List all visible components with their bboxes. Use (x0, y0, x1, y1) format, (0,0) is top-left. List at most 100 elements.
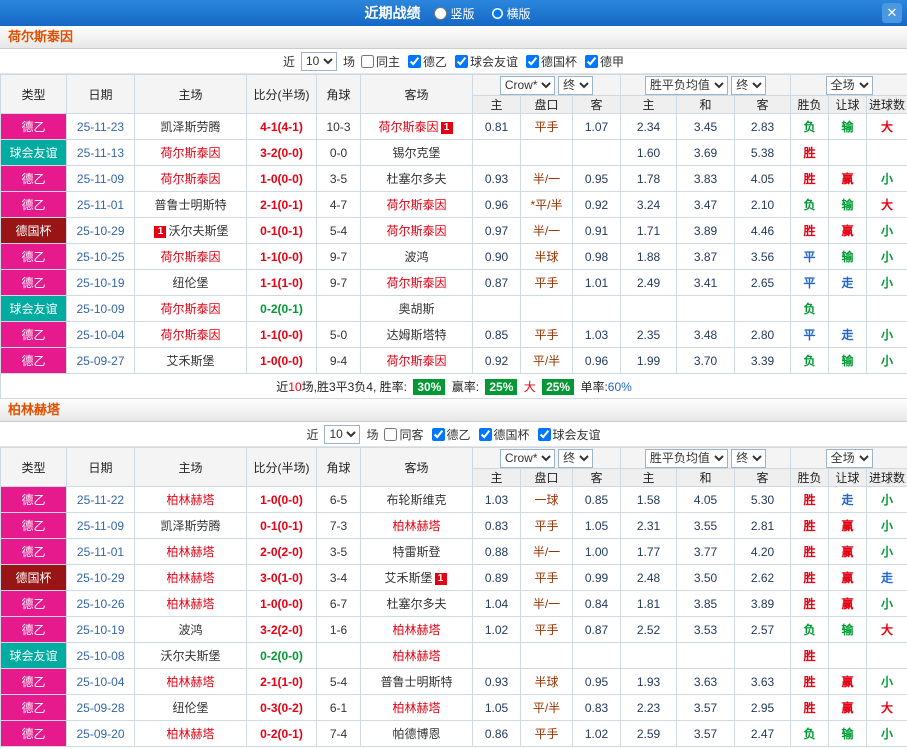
filter-checkbox[interactable] (360, 54, 374, 68)
wdl-result-cell: 胜 (790, 668, 830, 695)
avg-odds-cell: 5.30 (734, 486, 792, 513)
match-count-select[interactable]: 10 (324, 424, 361, 444)
handicap-cell: 半/一 (520, 165, 573, 192)
goals-result-cell: 小 (866, 269, 907, 296)
filter-checkbox[interactable] (537, 427, 551, 441)
handicap-cell: 平手 (520, 512, 573, 539)
avg-odds-cell: 2.47 (734, 720, 792, 747)
match-row: 德乙 25-10-04 柏林赫塔 2-1(1-0) 5-4 普鲁士明斯特 0.93 半球 0.9… (0, 668, 907, 695)
handicap-cell: 平手 (520, 616, 573, 643)
score-cell: 0-2(0-1) (246, 720, 317, 747)
filter-option[interactable]: 球会友谊 (537, 426, 601, 443)
score-cell: 1-1(0-0) (246, 243, 317, 270)
avg-odds-cell: 2.80 (734, 321, 792, 348)
dialog-header: 近期战绩 竖版 横版 ✕ (0, 0, 907, 26)
summary-text: 近10场,胜3平3负4, 胜率: 30% 赢率: 25% 大 25% 单率:60… (276, 378, 632, 395)
bookmaker-select[interactable]: Crow* (499, 75, 555, 95)
avg-odds-select[interactable]: 胜平负均值 (644, 75, 728, 95)
avg-odds-select[interactable]: 胜平负均值 (644, 448, 728, 468)
asian-odds-cell (571, 642, 622, 669)
filter-checkbox[interactable] (526, 54, 540, 68)
league-badge: 德乙 (0, 269, 67, 296)
wdl-result-cell: 胜 (790, 217, 830, 244)
scope-select[interactable]: 全场 (825, 448, 873, 468)
handicap-cell: *平/半 (520, 191, 573, 218)
close-icon[interactable]: ✕ (882, 3, 902, 23)
league-badge: 德乙 (0, 191, 67, 218)
result-scope-group: 全场 (790, 74, 907, 96)
bookmaker-select[interactable]: Crow* (499, 448, 555, 468)
asian-odds-cell: 1.05 (571, 512, 622, 539)
filter-option[interactable]: 球会友谊 (455, 53, 518, 70)
filter-option[interactable]: 德国杯 (526, 53, 577, 70)
vertical-radio[interactable] (434, 6, 448, 20)
filter-option[interactable]: 德国杯 (478, 426, 530, 443)
away-team-cell: 奥胡斯 (360, 295, 473, 322)
avg-odds-cell: 2.95 (734, 694, 792, 721)
col-goals-result: 进球数 (866, 95, 907, 114)
red-card-badge: 1 (440, 122, 453, 134)
league-badge: 德乙 (0, 616, 67, 643)
layout-horizontal-option[interactable]: 横版 (490, 5, 531, 22)
wdl-result-cell: 胜 (790, 165, 830, 192)
odds-stage-select[interactable]: 终 (558, 448, 594, 468)
handicap-cell: 平手 (520, 113, 573, 140)
home-team-cell: 柏林赫塔 (134, 564, 247, 591)
filter-checkbox[interactable] (431, 427, 445, 441)
filter-option[interactable]: 德甲 (585, 53, 624, 70)
scope-select[interactable]: 全场 (825, 75, 873, 95)
matches-label: 场 (366, 427, 379, 442)
match-count-select[interactable]: 10 (300, 51, 337, 71)
score-cell: 0-1(0-1) (246, 217, 317, 244)
filter-checkbox[interactable] (478, 427, 492, 441)
layout-vertical-option[interactable]: 竖版 (434, 5, 475, 22)
avg-odds-cell: 3.53 (676, 616, 736, 643)
odds-stage-select[interactable]: 终 (558, 75, 594, 95)
avg-stage-select[interactable]: 终 (731, 75, 767, 95)
match-row: 德乙 25-09-27 艾禾斯堡 1-0(0-0) 9-4 荷尔斯泰因 0.92 平/半 0.9… (0, 347, 907, 374)
home-team-cell: 荷尔斯泰因 (134, 165, 247, 192)
match-row: 德乙 25-09-20 柏林赫塔 0-2(0-1) 7-4 帕德博恩 0.86 平手 1.02 2… (0, 720, 907, 747)
col-type: 类型 (0, 74, 67, 114)
filter-option[interactable]: 同主 (360, 53, 400, 70)
summary-fragment: 近 (276, 379, 289, 394)
league-badge: 球会友谊 (0, 295, 67, 322)
away-team-cell: 达姆斯塔特 (360, 321, 473, 348)
goals-result-cell: 小 (866, 486, 907, 513)
score-cell: 2-1(0-1) (246, 191, 317, 218)
col-avg-draw: 和 (676, 468, 736, 487)
home-team-cell: 柏林赫塔 (134, 486, 247, 513)
summary-fragment: 60% (607, 379, 632, 394)
filter-checkbox[interactable] (407, 54, 421, 68)
corner-cell (316, 295, 361, 322)
corner-cell: 9-7 (316, 243, 361, 270)
filter-checkbox[interactable] (384, 427, 398, 441)
filter-option[interactable]: 德乙 (431, 426, 471, 443)
result-scope-group: 全场 (790, 447, 907, 469)
avg-odds-cell: 2.48 (620, 564, 678, 591)
avg-odds-cell: 4.05 (676, 486, 736, 513)
team-section-holstein: 荷尔斯泰因 近 10 场 同主 德乙 球会友谊 德国杯 德甲 类型 日期 主场 比分(半… (0, 26, 907, 399)
avg-odds-cell (734, 295, 792, 322)
avg-odds-cell: 2.23 (620, 694, 678, 721)
filter-bar: 近 10 场 同客 德乙 德国杯 球会友谊 (0, 422, 907, 447)
filter-option[interactable]: 同客 (384, 426, 424, 443)
handicap-cell: 半/一 (520, 217, 573, 244)
avg-odds-cell: 2.59 (620, 720, 678, 747)
section-title: 荷尔斯泰因 (0, 26, 907, 49)
asian-odds-cell: 1.03 (571, 321, 622, 348)
avg-stage-select[interactable]: 终 (731, 448, 767, 468)
filter-option[interactable]: 德乙 (407, 53, 447, 70)
match-date-cell: 25-10-09 (66, 295, 135, 322)
goals-result-cell: 大 (866, 694, 907, 721)
col-date: 日期 (66, 74, 135, 114)
filter-checkbox[interactable] (585, 54, 599, 68)
away-team-cell: 杜塞尔多夫 (360, 590, 473, 617)
handicap-result-cell: 走 (828, 269, 868, 296)
away-team-cell: 特雷斯登 (360, 538, 473, 565)
matches-label: 场 (342, 54, 355, 69)
filter-checkbox[interactable] (455, 54, 468, 68)
match-row: 德乙 25-11-01 普鲁士明斯特 2-1(0-1) 4-7 荷尔斯泰因 0.96 *平/半… (0, 191, 907, 218)
horizontal-radio[interactable] (490, 6, 504, 20)
avg-odds-cell: 3.63 (676, 668, 736, 695)
